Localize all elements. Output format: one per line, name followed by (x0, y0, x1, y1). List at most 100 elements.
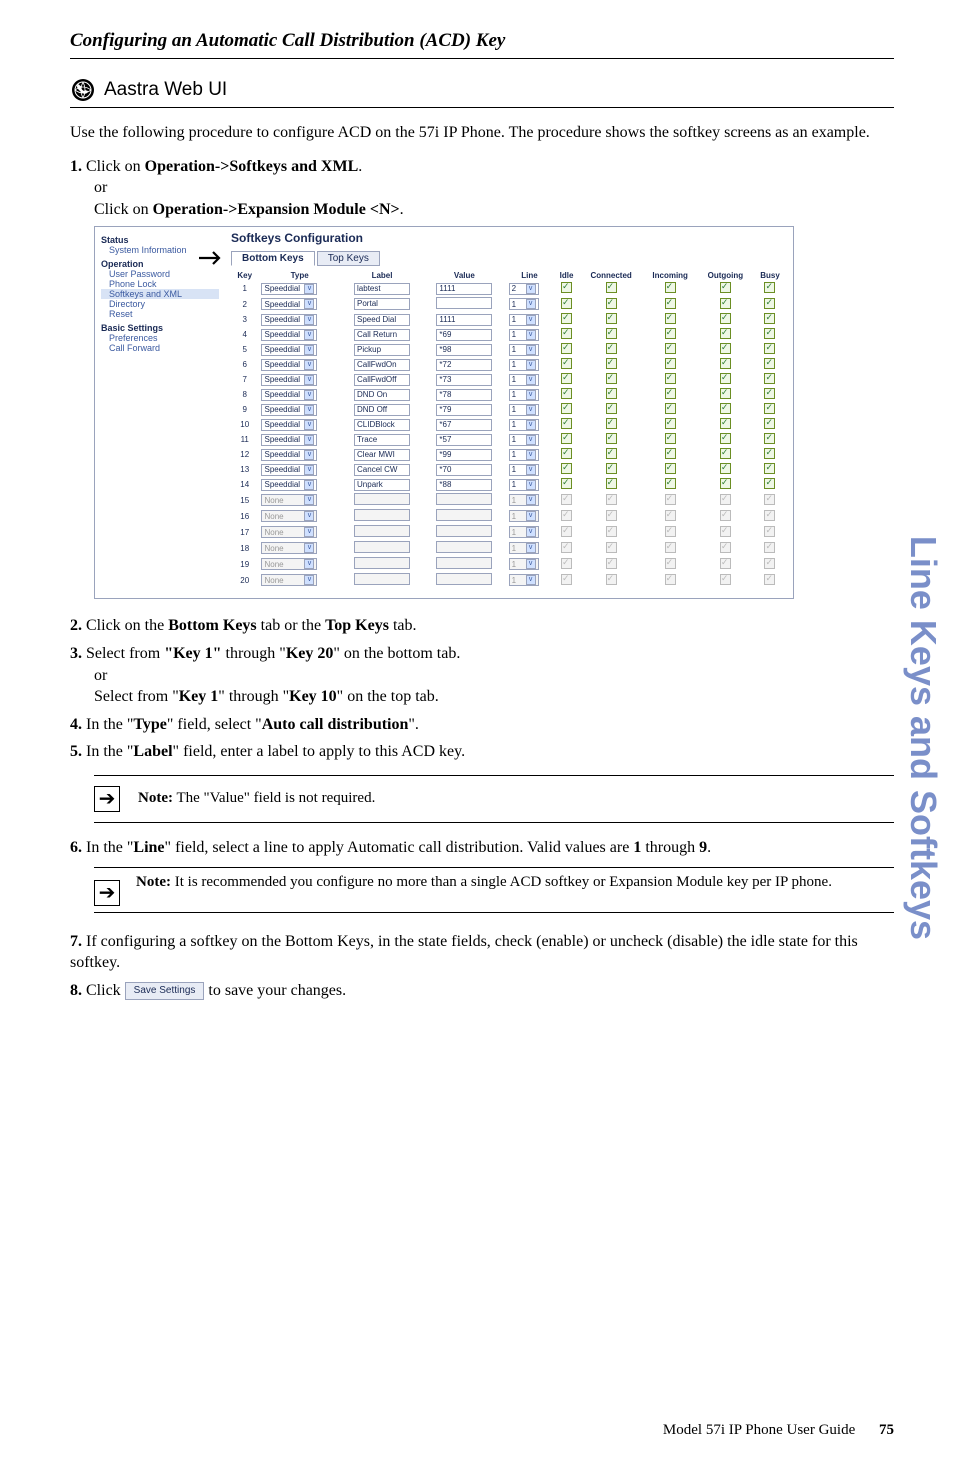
busy-checkbox[interactable] (764, 343, 775, 354)
value-input[interactable] (436, 541, 492, 553)
line-select[interactable]: 1v (509, 404, 539, 416)
line-select[interactable]: 1v (509, 542, 539, 554)
label-input[interactable]: Call Return (354, 329, 410, 341)
connected-checkbox[interactable] (606, 463, 617, 474)
incoming-checkbox[interactable] (665, 574, 676, 585)
outgoing-checkbox[interactable] (720, 463, 731, 474)
type-select[interactable]: Speeddialv (261, 314, 317, 326)
line-select[interactable]: 1v (509, 449, 539, 461)
connected-checkbox[interactable] (606, 388, 617, 399)
value-input[interactable]: *57 (436, 434, 492, 446)
save-settings-button[interactable]: Save Settings (125, 982, 205, 1000)
label-input[interactable] (354, 509, 410, 521)
outgoing-checkbox[interactable] (720, 388, 731, 399)
busy-checkbox[interactable] (764, 558, 775, 569)
busy-checkbox[interactable] (764, 433, 775, 444)
line-select[interactable]: 1v (509, 510, 539, 522)
label-input[interactable] (354, 541, 410, 553)
incoming-checkbox[interactable] (665, 298, 676, 309)
incoming-checkbox[interactable] (665, 494, 676, 505)
label-input[interactable] (354, 557, 410, 569)
idle-checkbox[interactable] (561, 373, 572, 384)
type-select[interactable]: Nonev (261, 494, 317, 506)
line-select[interactable]: 1v (509, 419, 539, 431)
line-select[interactable]: 1v (509, 314, 539, 326)
tab-bottom-keys[interactable]: Bottom Keys (231, 251, 315, 266)
outgoing-checkbox[interactable] (720, 343, 731, 354)
line-select[interactable]: 1v (509, 574, 539, 586)
connected-checkbox[interactable] (606, 574, 617, 585)
label-input[interactable]: Cancel CW (354, 464, 410, 476)
outgoing-checkbox[interactable] (720, 282, 731, 293)
busy-checkbox[interactable] (764, 418, 775, 429)
incoming-checkbox[interactable] (665, 282, 676, 293)
label-input[interactable]: Pickup (354, 344, 410, 356)
nav-item-softkeys[interactable]: Softkeys and XML (101, 289, 219, 299)
incoming-checkbox[interactable] (665, 358, 676, 369)
type-select[interactable]: Speeddialv (261, 419, 317, 431)
line-select[interactable]: 1v (509, 526, 539, 538)
type-select[interactable]: Speeddialv (261, 359, 317, 371)
type-select[interactable]: Speeddialv (261, 404, 317, 416)
label-input[interactable]: Clear MWI (354, 449, 410, 461)
label-input[interactable] (354, 525, 410, 537)
value-input[interactable]: 1111 (436, 314, 492, 326)
label-input[interactable]: DND Off (354, 404, 410, 416)
line-select[interactable]: 1v (509, 329, 539, 341)
value-input[interactable]: *99 (436, 449, 492, 461)
connected-checkbox[interactable] (606, 358, 617, 369)
busy-checkbox[interactable] (764, 403, 775, 414)
value-input[interactable]: *70 (436, 464, 492, 476)
idle-checkbox[interactable] (561, 403, 572, 414)
busy-checkbox[interactable] (764, 313, 775, 324)
type-select[interactable]: Speeddialv (261, 479, 317, 491)
idle-checkbox[interactable] (561, 542, 572, 553)
busy-checkbox[interactable] (764, 448, 775, 459)
busy-checkbox[interactable] (764, 282, 775, 293)
value-input[interactable] (436, 573, 492, 585)
line-select[interactable]: 1v (509, 359, 539, 371)
outgoing-checkbox[interactable] (720, 328, 731, 339)
connected-checkbox[interactable] (606, 313, 617, 324)
incoming-checkbox[interactable] (665, 328, 676, 339)
connected-checkbox[interactable] (606, 328, 617, 339)
incoming-checkbox[interactable] (665, 558, 676, 569)
label-input[interactable]: CallFwdOff (354, 374, 410, 386)
busy-checkbox[interactable] (764, 542, 775, 553)
label-input[interactable]: Unpark (354, 479, 410, 491)
incoming-checkbox[interactable] (665, 313, 676, 324)
connected-checkbox[interactable] (606, 526, 617, 537)
tab-top-keys[interactable]: Top Keys (317, 251, 380, 266)
line-select[interactable]: 2v (509, 283, 539, 295)
type-select[interactable]: Nonev (261, 542, 317, 554)
connected-checkbox[interactable] (606, 542, 617, 553)
outgoing-checkbox[interactable] (720, 298, 731, 309)
idle-checkbox[interactable] (561, 343, 572, 354)
busy-checkbox[interactable] (764, 510, 775, 521)
value-input[interactable] (436, 525, 492, 537)
busy-checkbox[interactable] (764, 328, 775, 339)
value-input[interactable]: 1111 (436, 283, 492, 295)
connected-checkbox[interactable] (606, 478, 617, 489)
line-select[interactable]: 1v (509, 434, 539, 446)
type-select[interactable]: Speeddialv (261, 464, 317, 476)
nav-item-directory[interactable]: Directory (101, 299, 219, 309)
label-input[interactable]: Portal (354, 298, 410, 310)
value-input[interactable] (436, 297, 492, 309)
line-select[interactable]: 1v (509, 479, 539, 491)
busy-checkbox[interactable] (764, 298, 775, 309)
incoming-checkbox[interactable] (665, 478, 676, 489)
busy-checkbox[interactable] (764, 388, 775, 399)
label-input[interactable] (354, 493, 410, 505)
outgoing-checkbox[interactable] (720, 448, 731, 459)
line-select[interactable]: 1v (509, 494, 539, 506)
value-input[interactable] (436, 509, 492, 521)
connected-checkbox[interactable] (606, 298, 617, 309)
value-input[interactable]: *67 (436, 419, 492, 431)
idle-checkbox[interactable] (561, 328, 572, 339)
value-input[interactable]: *78 (436, 389, 492, 401)
value-input[interactable]: *69 (436, 329, 492, 341)
value-input[interactable] (436, 557, 492, 569)
value-input[interactable]: *72 (436, 359, 492, 371)
label-input[interactable]: DND On (354, 389, 410, 401)
